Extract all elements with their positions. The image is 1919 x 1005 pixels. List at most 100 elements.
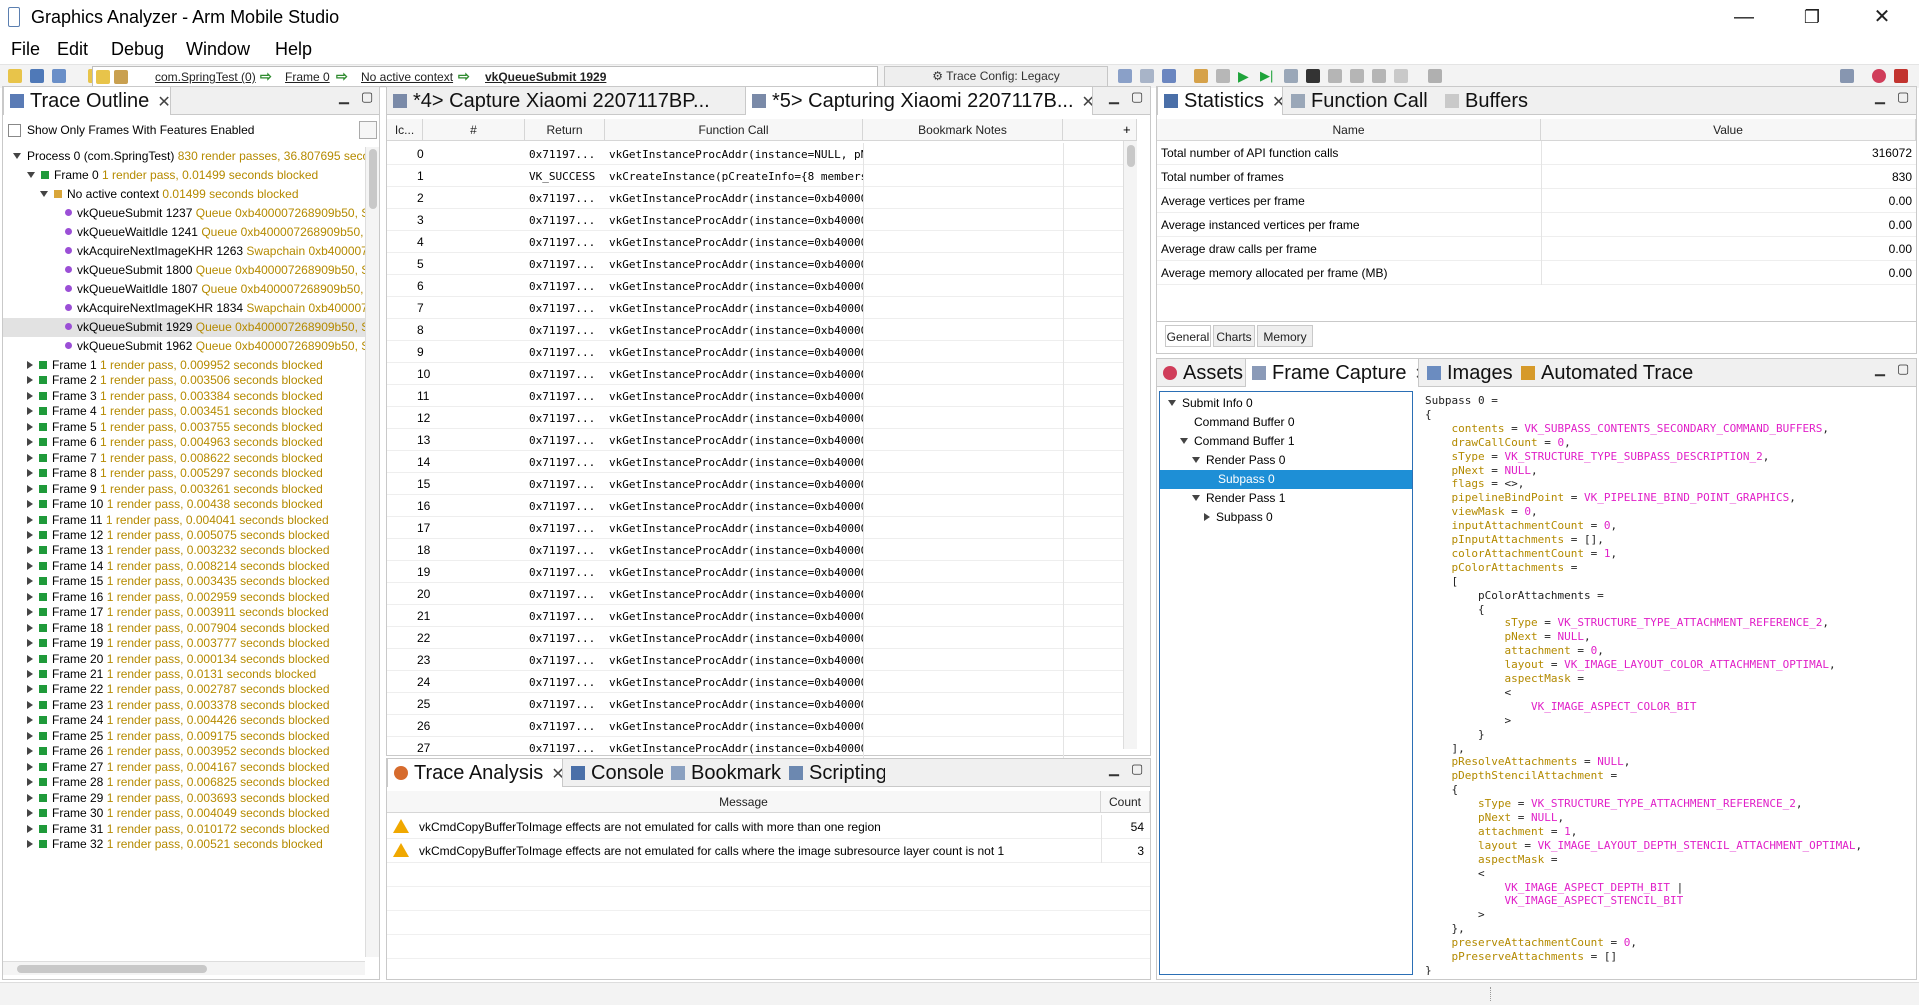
col-bookmark-notes[interactable]: Bookmark Notes (863, 119, 1063, 141)
table-row[interactable]: 13 0x71197... vkGetInstanceProcAddr(instan… (387, 429, 1123, 451)
table-row[interactable]: 21 0x71197... vkGetInstanceProcAddr(instan… (387, 605, 1123, 627)
save-icon[interactable] (30, 69, 44, 83)
show-only-checkbox[interactable] (8, 124, 21, 137)
tree-node[interactable]: Render Pass 1 (1160, 489, 1412, 508)
expand-icon[interactable] (27, 809, 33, 818)
perspective-icon[interactable] (1840, 69, 1854, 83)
expand-icon[interactable] (27, 762, 33, 771)
scroll-thumb[interactable] (1127, 145, 1135, 167)
tab-capture-5[interactable]: *5> Capturing Xiaomi 2207117B... ✕ (745, 87, 1093, 115)
table-row[interactable]: 0 0x71197... vkGetInstanceProcAddr(instanc… (387, 143, 1123, 165)
collapse-icon[interactable] (1180, 438, 1188, 444)
menu-help[interactable]: Help (275, 39, 312, 60)
table-row[interactable]: 4 0x71197... vkGetInstanceProcAddr(instanc… (387, 231, 1123, 253)
tab-frame-capture[interactable]: Frame Capture ✕ (1245, 359, 1419, 387)
expand-icon[interactable] (27, 731, 33, 740)
copy-icon[interactable] (1350, 69, 1364, 83)
table-row[interactable]: 5 0x71197... vkGetInstanceProcAddr(instanc… (387, 253, 1123, 275)
expand-icon[interactable] (1204, 513, 1210, 521)
col-count[interactable]: Count (1101, 791, 1150, 813)
expand-icon[interactable] (13, 153, 21, 159)
expand-icon[interactable] (27, 716, 33, 725)
expand-icon[interactable] (27, 654, 33, 663)
expand-icon[interactable] (27, 639, 33, 648)
menu-debug[interactable]: Debug (111, 39, 164, 60)
tab-scripting[interactable]: Scripting (783, 759, 885, 787)
col-icon[interactable]: Ic... (387, 119, 423, 141)
tree-context[interactable]: No active context 0.01499 seconds blocke… (40, 185, 299, 204)
stat-row[interactable]: Average instanced vertices per frame 0.00 (1157, 213, 1916, 237)
tab-automated-trace[interactable]: Automated Trace (1515, 359, 1697, 387)
table-row[interactable]: 1 VK_SUCCESS vkCreateInstance(pCreateInfo=… (387, 165, 1123, 187)
table-row[interactable]: 10 0x71197... vkGetInstanceProcAddr(instan… (387, 363, 1123, 385)
breadcrumb-frame[interactable]: Frame 0 (285, 70, 330, 84)
maximize-button[interactable]: ❐ (1790, 4, 1834, 30)
link-icon[interactable] (1284, 69, 1298, 83)
expand-icon[interactable] (27, 747, 33, 756)
close-icon[interactable]: ✕ (1272, 94, 1282, 111)
expand-icon[interactable] (27, 172, 35, 178)
tab-memory[interactable]: Memory (1257, 325, 1313, 347)
expand-icon[interactable] (27, 391, 33, 400)
minimize-button[interactable]: — (1722, 4, 1766, 30)
expand-icon[interactable] (27, 561, 33, 570)
tree-process[interactable]: Process 0 (com.SpringTest) 830 render pa… (13, 147, 365, 166)
expand-icon[interactable] (27, 793, 33, 802)
maximize-view-icon[interactable]: ▢ (1897, 89, 1909, 105)
table-row[interactable]: 14 0x71197... vkGetInstanceProcAddr(instan… (387, 451, 1123, 473)
table-row[interactable]: 17 0x71197... vkGetInstanceProcAddr(instan… (387, 517, 1123, 539)
tool-icon[interactable] (1328, 69, 1342, 83)
tab-images[interactable]: Images (1421, 359, 1513, 387)
table-row[interactable]: 26 0x71197... vkGetInstanceProcAddr(instan… (387, 715, 1123, 737)
table-row[interactable]: 24 0x71197... vkGetInstanceProcAddr(instan… (387, 671, 1123, 693)
tree-call-item[interactable]: vkQueueWaitIdle 1807 Queue 0xb4000072689… (65, 280, 365, 299)
stat-row[interactable]: Total number of frames 830 (1157, 165, 1916, 189)
capture-disabled-icon[interactable] (1140, 69, 1154, 83)
expand-icon[interactable] (27, 546, 33, 555)
tree-frame-item[interactable]: Frame 32 1 render pass, 0.00521 seconds … (27, 835, 323, 854)
table-row[interactable]: 20 0x71197... vkGetInstanceProcAddr(instan… (387, 583, 1123, 605)
table-row[interactable]: 23 0x71197... vkGetInstanceProcAddr(instan… (387, 649, 1123, 671)
tree-call-item[interactable]: vkAcquireNextImageKHR 1263 Swapchain 0xb… (65, 242, 365, 261)
expand-icon[interactable] (27, 608, 33, 617)
capture-scrollbar[interactable] (1123, 141, 1137, 749)
menu-window[interactable]: Window (186, 39, 250, 60)
table-row[interactable]: 2 0x71197... vkGetInstanceProcAddr(instanc… (387, 187, 1123, 209)
table-row[interactable]: 15 0x71197... vkGetInstanceProcAddr(instan… (387, 473, 1123, 495)
tree-node[interactable]: Command Buffer 1 (1160, 432, 1412, 451)
outline-scrollbar[interactable] (365, 147, 379, 957)
tab-general[interactable]: General (1165, 325, 1211, 347)
tree-call-item[interactable]: vkQueueSubmit 1237 Queue 0xb400007268909… (65, 204, 365, 223)
breadcrumb-process[interactable]: com.SpringTest (0) (155, 70, 256, 84)
stat-row[interactable]: Average draw calls per frame 0.00 (1157, 237, 1916, 261)
tab-trace-outline[interactable]: Trace Outline ✕ (3, 87, 171, 115)
back-arrow-icon[interactable] (96, 70, 110, 84)
tree-call-item[interactable]: vkQueueSubmit 1800 Queue 0xb400007268909… (65, 261, 365, 280)
expand-icon[interactable] (27, 577, 33, 586)
table-row[interactable]: vkCmdCopyBufferToImage effects are not e… (387, 815, 1150, 839)
tab-assets[interactable]: Assets (1157, 359, 1243, 387)
hscroll-thumb[interactable] (17, 965, 207, 973)
step-back-icon[interactable] (1194, 69, 1208, 83)
minimize-view-icon[interactable]: ▁ (339, 89, 349, 105)
tree-call-item[interactable]: vkAcquireNextImageKHR 1834 Swapchain 0xb… (65, 299, 365, 318)
close-button[interactable]: ✕ (1860, 4, 1904, 30)
col-function-call[interactable]: Function Call (605, 119, 863, 141)
maximize-view-icon[interactable]: ▢ (1897, 361, 1909, 377)
table-row[interactable]: 25 0x71197... vkGetInstanceProcAddr(instan… (387, 693, 1123, 715)
collapse-icon[interactable] (1192, 457, 1200, 463)
split-icon[interactable] (1428, 69, 1442, 83)
collapse-icon[interactable] (1168, 400, 1176, 406)
minimize-view-icon[interactable]: ▁ (1109, 761, 1119, 777)
expand-icon[interactable] (40, 191, 48, 197)
table-row[interactable]: 12 0x71197... vkGetInstanceProcAddr(instan… (387, 407, 1123, 429)
tab-capture-4[interactable]: *4> Capture Xiaomi 2207117BP... (387, 87, 743, 115)
expand-icon[interactable] (27, 700, 33, 709)
expand-icon[interactable] (27, 670, 33, 678)
tab-statistics[interactable]: Statistics ✕ (1157, 87, 1283, 115)
table-row[interactable]: 16 0x71197... vkGetInstanceProcAddr(instan… (387, 495, 1123, 517)
tree-call-item[interactable]: vkQueueSubmit 1962 Queue 0xb400007268909… (65, 337, 365, 356)
device-icon[interactable] (1162, 69, 1176, 83)
expand-icon[interactable] (27, 515, 33, 524)
tab-charts[interactable]: Charts (1213, 325, 1255, 347)
